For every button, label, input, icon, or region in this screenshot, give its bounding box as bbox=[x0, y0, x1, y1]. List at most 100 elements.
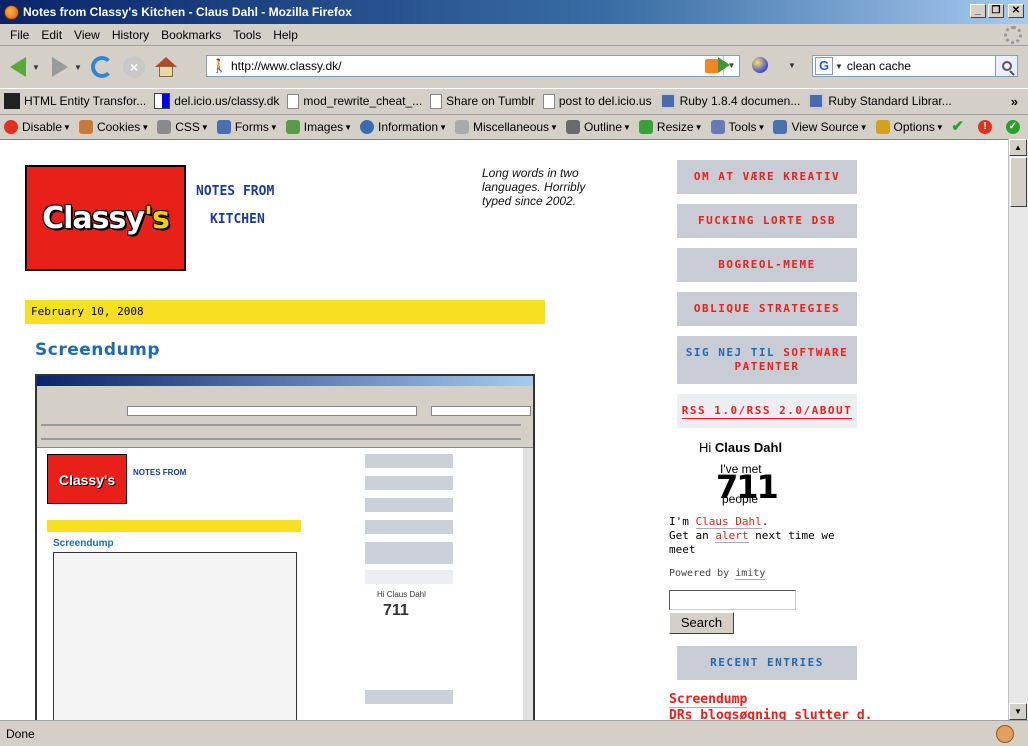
sidebar-link-bogreol-meme[interactable]: BOGREOL-MEME bbox=[677, 248, 857, 282]
bookmark-item[interactable]: Ruby 1.8.4 documen... bbox=[659, 93, 800, 109]
delicious-icon bbox=[154, 93, 171, 109]
devtool-forms[interactable]: Forms ▼ bbox=[216, 120, 278, 134]
css-valid-check-icon[interactable]: ✔ bbox=[951, 119, 964, 134]
sidebar-link-software-patenter[interactable]: SIG NEJ TIL SOFTWARE PATENTER bbox=[677, 336, 857, 384]
devtool-css[interactable]: CSS ▼ bbox=[157, 120, 209, 134]
bookmark-item[interactable]: del.icio.us/classy.dk bbox=[154, 93, 279, 109]
sidebar-search-input[interactable] bbox=[669, 590, 796, 610]
forward-arrow-icon bbox=[52, 57, 68, 77]
magnifier-icon bbox=[1001, 61, 1012, 71]
html-valid-icon[interactable]: ✓ bbox=[1006, 120, 1020, 134]
options-icon bbox=[875, 120, 890, 134]
sidebar-link-fucking-lorte-dsb[interactable]: FUCKING LORTE DSB bbox=[677, 204, 857, 238]
post-title[interactable]: Screendump bbox=[35, 340, 160, 360]
tools-icon bbox=[710, 120, 725, 134]
menu-tools[interactable]: Tools bbox=[227, 28, 267, 42]
search-go-button[interactable] bbox=[995, 56, 1017, 76]
minimize-button[interactable]: _ bbox=[970, 4, 986, 18]
devtool-images[interactable]: Images ▼ bbox=[285, 120, 352, 134]
google-engine-icon[interactable]: G bbox=[815, 57, 833, 75]
bookmark-item[interactable]: mod_rewrite_cheat_... bbox=[287, 93, 422, 109]
scroll-up-button[interactable]: ▲ bbox=[1009, 139, 1027, 156]
rss-feed-icon[interactable] bbox=[705, 59, 719, 73]
back-button[interactable] bbox=[4, 53, 32, 81]
shot-side-button bbox=[365, 498, 453, 512]
scroll-thumb[interactable] bbox=[1010, 157, 1027, 207]
devtool-options[interactable]: Options ▼ bbox=[875, 120, 944, 134]
sidebar-link-om-at-vaere-kreativ[interactable]: OM AT VÆRE KREATIV bbox=[677, 160, 857, 194]
status-extension-icon[interactable] bbox=[996, 725, 1014, 743]
reload-button[interactable] bbox=[88, 53, 116, 81]
back-history-dropdown[interactable]: ▼ bbox=[32, 63, 42, 72]
post-date: February 10, 2008 bbox=[25, 300, 545, 324]
devtool-miscellaneous[interactable]: Miscellaneous ▼ bbox=[455, 120, 558, 134]
sidebar-rss-about[interactable]: RSS 1.0/RSS 2.0/ABOUT bbox=[677, 394, 857, 428]
forward-history-dropdown[interactable]: ▼ bbox=[74, 63, 84, 72]
devtool-information[interactable]: Information ▼ bbox=[360, 120, 447, 134]
met-counter-widget: I've met 711 people bbox=[716, 462, 779, 506]
shot-bookmarks-line bbox=[41, 424, 521, 426]
stop-button[interactable]: × bbox=[120, 53, 148, 81]
powered-by: Powered by imity bbox=[669, 568, 766, 580]
url-text[interactable]: http://www.classy.dk/ bbox=[231, 59, 705, 73]
devtool-tools[interactable]: Tools ▼ bbox=[710, 120, 765, 134]
images-icon bbox=[285, 120, 300, 134]
devtool-resize[interactable]: Resize ▼ bbox=[638, 120, 703, 134]
forward-button[interactable] bbox=[46, 53, 74, 81]
maximize-button[interactable]: ❐ bbox=[988, 4, 1004, 18]
navigation-toolbar: ▼ ▼ × 🚶 http://www.classy.dk/ ▼ ▼ G ▼ bbox=[0, 47, 1028, 87]
menu-bookmarks[interactable]: Bookmarks bbox=[155, 28, 227, 42]
disable-icon bbox=[4, 120, 18, 134]
sidebar-search-button[interactable]: Search bbox=[669, 612, 734, 634]
status-text: Done bbox=[6, 726, 35, 741]
sidebar-link-oblique-strategies[interactable]: OBLIQUE STRATEGIES bbox=[677, 292, 857, 326]
css-icon bbox=[157, 120, 172, 134]
home-button[interactable] bbox=[152, 53, 180, 81]
menu-help[interactable]: Help bbox=[267, 28, 304, 42]
devtool-cookies[interactable]: Cookies ▼ bbox=[78, 120, 149, 134]
search-input[interactable] bbox=[844, 59, 985, 73]
bookmark-item[interactable]: HTML Entity Transfor... bbox=[4, 93, 146, 109]
shot-counter: 711 bbox=[383, 602, 409, 619]
site-logo[interactable]: Classy's bbox=[25, 165, 186, 271]
greeting: Hi Claus Dahl bbox=[699, 440, 783, 455]
profile-link[interactable]: Claus Dahl bbox=[695, 515, 762, 529]
site-tagline: Long words in two languages. Horribly ty… bbox=[482, 166, 586, 208]
extension-icon[interactable] bbox=[752, 57, 768, 73]
extension-dropdown[interactable]: ▼ bbox=[788, 61, 796, 70]
page-scrollbar[interactable]: ▲ ▼ bbox=[1008, 139, 1028, 720]
javascript-error-icon[interactable]: ! bbox=[978, 120, 992, 134]
stop-icon: × bbox=[123, 56, 145, 78]
devtool-disable[interactable]: Disable ▼ bbox=[4, 120, 71, 134]
go-button[interactable] bbox=[718, 57, 730, 73]
bookmark-item[interactable]: Ruby Standard Librar... bbox=[808, 93, 952, 109]
scroll-down-button[interactable]: ▼ bbox=[1009, 703, 1027, 720]
bookmark-item[interactable]: Share on Tumblr bbox=[430, 93, 535, 109]
url-bar[interactable]: 🚶 http://www.classy.dk/ ▼ bbox=[206, 55, 740, 77]
shot-url-bar bbox=[127, 406, 417, 416]
bookmarks-overflow-chevron[interactable]: » bbox=[1011, 94, 1018, 109]
shot-side-button bbox=[365, 542, 453, 564]
recent-entry-link[interactable]: Screendump bbox=[669, 692, 748, 708]
search-engine-dropdown[interactable]: ▼ bbox=[835, 62, 843, 71]
devtool-outline[interactable]: Outline ▼ bbox=[565, 120, 631, 134]
shot-date-bar bbox=[47, 520, 301, 532]
screendump-image: Classy's NOTES FROM Screendump Hi Claus … bbox=[35, 374, 535, 720]
menu-file[interactable]: File bbox=[4, 28, 35, 42]
devtool-view-source[interactable]: View Source ▼ bbox=[773, 120, 868, 134]
menu-history[interactable]: History bbox=[106, 28, 155, 42]
menu-bar: File Edit View History Bookmarks Tools H… bbox=[0, 24, 1028, 46]
menu-view[interactable]: View bbox=[68, 28, 106, 42]
ruby-doc-icon bbox=[808, 93, 825, 109]
recent-entries-heading: RECENT ENTRIES bbox=[677, 646, 857, 680]
close-button[interactable]: ✕ bbox=[1008, 4, 1024, 18]
imity-link[interactable]: imity bbox=[735, 568, 766, 580]
search-bar: G ▼ bbox=[812, 55, 1018, 77]
menu-edit[interactable]: Edit bbox=[35, 28, 68, 42]
shot-search-bar bbox=[431, 406, 531, 416]
alert-link[interactable]: alert bbox=[715, 529, 749, 543]
shot-logo: Classy's bbox=[47, 454, 127, 504]
bookmark-item[interactable]: post to del.icio.us bbox=[542, 93, 652, 109]
recent-entry-link[interactable]: DRs blogsøgning slutter d. bbox=[669, 708, 873, 720]
site-subtitle: NOTES FROM KITCHEN bbox=[196, 184, 275, 227]
